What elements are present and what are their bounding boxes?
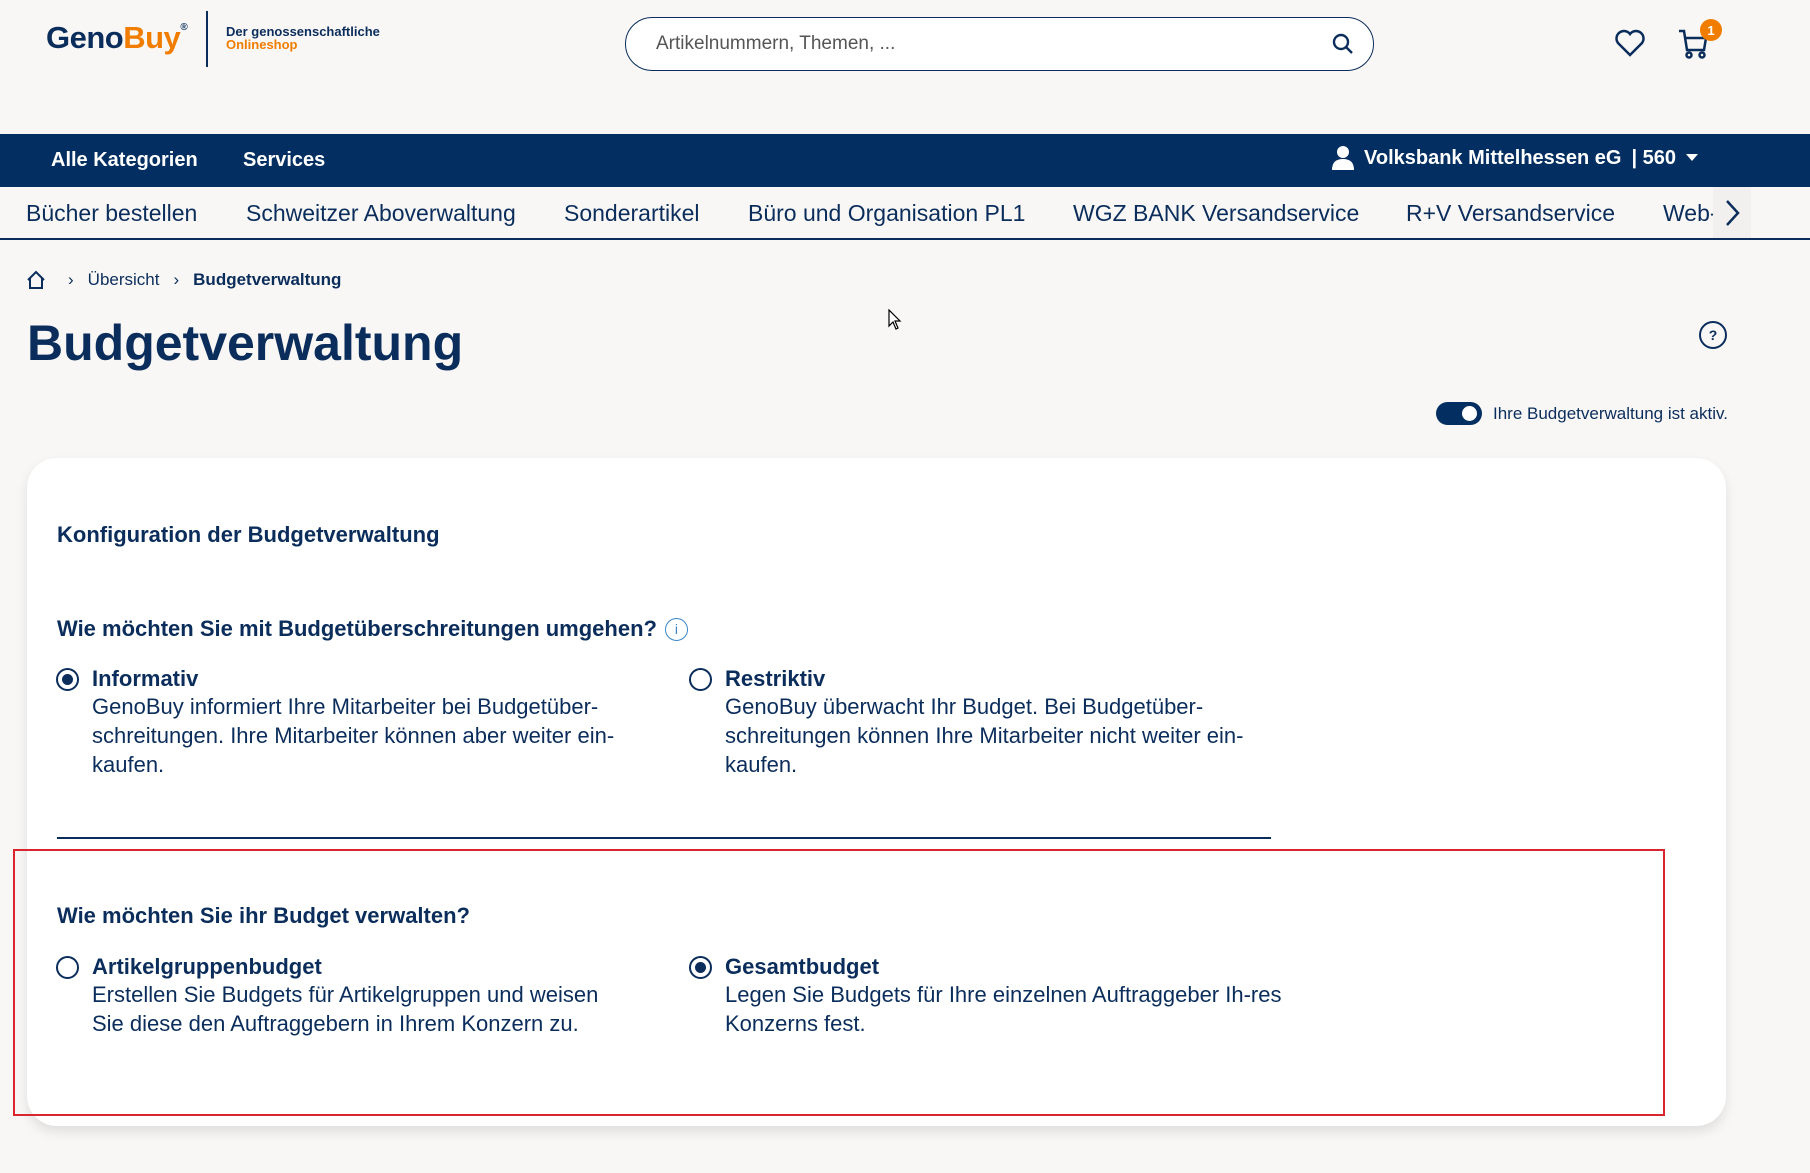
chevron-right-icon: › bbox=[68, 270, 74, 289]
breadcrumb: › Übersicht › Budgetverwaltung bbox=[26, 270, 341, 290]
q1-heading: Wie möchten Sie mit Budgetüberschreitung… bbox=[57, 616, 688, 642]
subnav-item[interactable]: Web- bbox=[1663, 200, 1718, 227]
tagline-2: Onlineshop bbox=[226, 37, 298, 52]
section-divider bbox=[57, 837, 1271, 839]
option-label: Restriktiv bbox=[725, 666, 826, 691]
breadcrumb-current: Budgetverwaltung bbox=[193, 270, 342, 289]
chevron-right-icon[interactable] bbox=[1713, 187, 1751, 238]
toggle-label: Ihre Budgetverwaltung ist aktiv. bbox=[1493, 404, 1728, 423]
search-bar bbox=[625, 17, 1374, 71]
help-icon[interactable]: ? bbox=[1699, 321, 1727, 349]
card-title: Konfiguration der Budgetverwaltung bbox=[57, 522, 440, 547]
radio-restriktiv[interactable] bbox=[689, 668, 712, 691]
category-nav: Bücher bestellen Schweitzer Aboverwaltun… bbox=[0, 187, 1810, 240]
option-restriktiv: Restriktiv GenoBuy überwacht Ihr Budget. … bbox=[725, 666, 1280, 779]
option-desc: GenoBuy überwacht Ihr Budget. Bei Budget… bbox=[725, 694, 1244, 777]
nav-services[interactable]: Services bbox=[243, 149, 325, 172]
breadcrumb-overview[interactable]: Übersicht bbox=[88, 270, 160, 290]
account-menu[interactable]: Volksbank Mittelhessen eG | 560 bbox=[1332, 146, 1699, 170]
logo-divider bbox=[206, 11, 208, 67]
radio-informativ[interactable] bbox=[56, 668, 79, 691]
option-desc: GenoBuy informiert Ihre Mitarbeiter bei … bbox=[92, 694, 615, 777]
q1-question: Wie möchten Sie mit Budgetüberschreitung… bbox=[57, 616, 657, 641]
highlight-box bbox=[13, 849, 1665, 1116]
subnav-item[interactable]: Bücher bestellen bbox=[26, 200, 197, 227]
caret-down-icon bbox=[1686, 154, 1699, 161]
option-label: Informativ bbox=[92, 666, 199, 691]
subnav-item[interactable]: R+V Versandservice bbox=[1406, 200, 1615, 227]
logo-tagline: Der genossenschaftliche Onlineshop bbox=[226, 25, 380, 51]
subnav-item[interactable]: Büro und Organisation PL1 bbox=[748, 200, 1025, 227]
logo-geno: Geno bbox=[46, 20, 124, 55]
account-number: | 560 bbox=[1631, 146, 1677, 169]
budget-active-toggle[interactable] bbox=[1436, 402, 1482, 425]
account-name: Volksbank Mittelhessen eG bbox=[1364, 146, 1622, 169]
info-icon[interactable]: i bbox=[664, 617, 688, 641]
logo-buy: Buy bbox=[123, 20, 181, 55]
page-title: Budgetverwaltung bbox=[27, 315, 464, 371]
search-icon[interactable] bbox=[1331, 32, 1355, 56]
main-nav: Alle Kategorien Services Volksbank Mitte… bbox=[0, 134, 1810, 187]
nav-all-categories[interactable]: Alle Kategorien bbox=[51, 149, 198, 172]
subnav-item[interactable]: WGZ BANK Versandservice bbox=[1073, 200, 1359, 227]
cart-count-badge: 1 bbox=[1700, 19, 1722, 41]
subnav-item[interactable]: Schweitzer Aboverwaltung bbox=[246, 200, 516, 227]
genobuy-logo[interactable]: GenoBuy® bbox=[46, 20, 188, 56]
user-icon bbox=[1332, 146, 1354, 170]
chevron-right-icon: › bbox=[173, 270, 180, 289]
mouse-cursor-icon bbox=[888, 308, 902, 336]
home-icon[interactable] bbox=[26, 270, 46, 290]
search-input[interactable] bbox=[656, 33, 1331, 55]
option-informativ: Informativ GenoBuy informiert Ihre Mitarb… bbox=[92, 666, 647, 779]
logo-reg: ® bbox=[180, 22, 188, 33]
subnav-item[interactable]: Sonderartikel bbox=[564, 200, 700, 227]
heart-icon[interactable] bbox=[1614, 28, 1646, 58]
